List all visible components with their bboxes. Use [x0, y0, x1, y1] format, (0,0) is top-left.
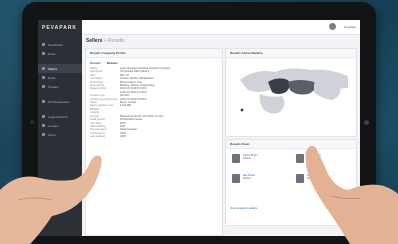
left-hand: [0, 155, 102, 244]
user-avatar[interactable]: [329, 23, 336, 30]
sidebar-item-label: Users: [48, 132, 56, 137]
sellers-icon: [42, 67, 45, 70]
sidebar-item-users[interactable]: Users: [38, 130, 82, 139]
sidebar-item-dashboard[interactable]: Dashboard: [38, 40, 82, 49]
legal-icon: [42, 115, 45, 118]
sidebar-nav: Dashboard News Sellers Deals Tenders FTA…: [38, 40, 82, 139]
sidebar-item-label: Tenders: [48, 84, 59, 89]
map-land-south: [259, 94, 285, 114]
profile-row: Last updated 2018: [86, 135, 222, 138]
profile-row-key: Last updated: [90, 135, 105, 139]
company-logo-primary: Results: [90, 61, 101, 65]
sidebar-item-fta-newsletters[interactable]: FTA Newsletters: [38, 97, 82, 106]
breadcrumb-page: Results: [107, 38, 125, 44]
sidebar-item-legal-advisors[interactable]: Legal Advisors: [38, 112, 82, 121]
deals-icon: [42, 76, 45, 79]
breadcrumb-separator: »: [103, 38, 107, 44]
avatar: [232, 154, 240, 163]
user-name[interactable]: Jonathan: [344, 25, 356, 29]
map-marker[interactable]: [240, 108, 244, 112]
team-member[interactable]: Alex Brown Partner: [232, 174, 255, 183]
lenders-icon: [42, 124, 45, 127]
dashboard-icon: [42, 43, 45, 46]
company-website-link[interactable]: Visit company's website: [230, 207, 257, 210]
sidebar-item-label: Dashboard: [48, 42, 63, 47]
sidebar-item-sellers[interactable]: Sellers: [38, 64, 82, 73]
member-role: Partner: [243, 177, 251, 180]
world-map[interactable]: [230, 60, 352, 132]
users-icon: [42, 133, 45, 136]
brand-logo: PEVAPARK: [42, 25, 78, 31]
news-icon: [42, 52, 45, 55]
company-logo-secondary: Results: [106, 61, 118, 65]
tenders-icon: [42, 85, 45, 88]
map-land-central: [288, 80, 316, 95]
sidebar-item-label: FTA Newsletters: [48, 99, 70, 104]
camera-icon: [30, 120, 34, 124]
sidebar-item-deals[interactable]: Deals: [38, 73, 82, 82]
map-land-europe: [268, 78, 290, 94]
member-role: Partner: [243, 157, 251, 160]
company-logos: Results Results: [86, 58, 222, 67]
map-card-title: Results Active Markets: [226, 49, 356, 58]
sidebar-item-label: Sellers: [48, 66, 58, 71]
profile-card-title: Results Company Profile: [86, 49, 222, 58]
active-markets-card: Results Active Markets: [225, 48, 357, 137]
avatar: [232, 174, 240, 183]
sidebar-item-tenders[interactable]: Tenders: [38, 82, 82, 91]
sidebar-item-news[interactable]: News: [38, 49, 82, 58]
newsletter-icon: [42, 100, 45, 103]
sidebar-item-label: News: [48, 51, 56, 56]
breadcrumb: Sellers » Results: [86, 38, 125, 44]
sidebar-item-label: Deals: [48, 75, 56, 80]
profile-row-value: 2018: [120, 135, 126, 139]
top-bar: Jonathan: [82, 20, 360, 35]
sidebar-item-label: Lenders: [48, 123, 59, 128]
team-member[interactable]: James Brown Partner: [232, 154, 257, 163]
profile-rows: Rights Large Russian Industrial research …: [86, 67, 222, 139]
right-hand: [305, 145, 398, 244]
breadcrumb-section[interactable]: Sellers: [86, 38, 102, 44]
sidebar-item-lenders[interactable]: Lenders: [38, 121, 82, 130]
sidebar-item-label: Legal Advisors: [48, 114, 68, 119]
home-button[interactable]: [364, 120, 369, 125]
